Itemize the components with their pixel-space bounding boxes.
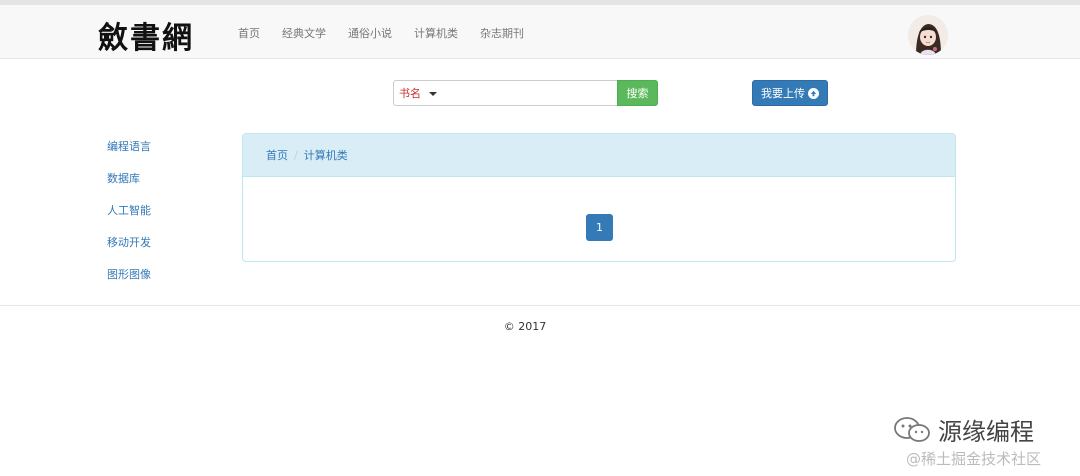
nav-item-home[interactable]: 首页 bbox=[238, 25, 260, 41]
book-list-panel: 首页 / 计算机类 1 bbox=[242, 133, 956, 262]
search-button[interactable]: 搜索 bbox=[617, 80, 658, 106]
caret-down-icon bbox=[429, 91, 437, 96]
arrow-up-circle-icon bbox=[808, 87, 819, 99]
sidebar-item-programming[interactable]: 编程语言 bbox=[107, 140, 151, 172]
user-avatar[interactable] bbox=[908, 15, 948, 55]
search-bar: 书名 搜索 bbox=[393, 80, 658, 106]
site-logo[interactable]: 斂書網 bbox=[98, 13, 194, 57]
main-nav: 首页 经典文学 通俗小说 计算机类 杂志期刊 bbox=[238, 25, 546, 41]
sidebar-item-mobile[interactable]: 移动开发 bbox=[107, 236, 151, 268]
upload-button-label: 我要上传 bbox=[761, 87, 805, 100]
watermark-title: 源缘编程 bbox=[938, 418, 1034, 446]
nav-item-computer[interactable]: 计算机类 bbox=[414, 25, 458, 41]
pagination-page-1[interactable]: 1 bbox=[586, 214, 613, 241]
sidebar-item-ai[interactable]: 人工智能 bbox=[107, 204, 151, 236]
breadcrumb-home[interactable]: 首页 bbox=[266, 147, 288, 163]
nav-item-magazines[interactable]: 杂志期刊 bbox=[480, 25, 524, 41]
footer-divider bbox=[0, 305, 1080, 306]
breadcrumb-current: 计算机类 bbox=[303, 149, 348, 162]
search-field-group: 书名 bbox=[393, 80, 617, 106]
upload-button[interactable]: 我要上传 bbox=[752, 80, 828, 106]
sidebar-item-graphics[interactable]: 图形图像 bbox=[107, 268, 151, 300]
breadcrumb-separator: / bbox=[294, 148, 298, 162]
breadcrumb: 首页 / 计算机类 bbox=[243, 134, 955, 177]
wechat-icon bbox=[894, 416, 930, 442]
nav-item-popular-fiction[interactable]: 通俗小说 bbox=[348, 25, 392, 41]
watermark-subtitle: @稀土掘金技术社区 bbox=[906, 450, 1042, 468]
search-input[interactable] bbox=[443, 82, 617, 104]
search-category-dropdown[interactable]: 书名 bbox=[394, 85, 437, 101]
sidebar-item-database[interactable]: 数据库 bbox=[107, 172, 151, 204]
nav-item-classic-literature[interactable]: 经典文学 bbox=[282, 25, 326, 41]
footer-copyright: © 2017 bbox=[503, 320, 547, 333]
category-sidebar: 编程语言 数据库 人工智能 移动开发 图形图像 bbox=[107, 140, 151, 300]
search-category-label: 书名 bbox=[399, 87, 421, 100]
watermark: 源缘编程 bbox=[892, 412, 1034, 447]
navbar: 斂書網 首页 经典文学 通俗小说 计算机类 杂志期刊 bbox=[0, 5, 1080, 59]
avatar-image bbox=[908, 15, 948, 55]
